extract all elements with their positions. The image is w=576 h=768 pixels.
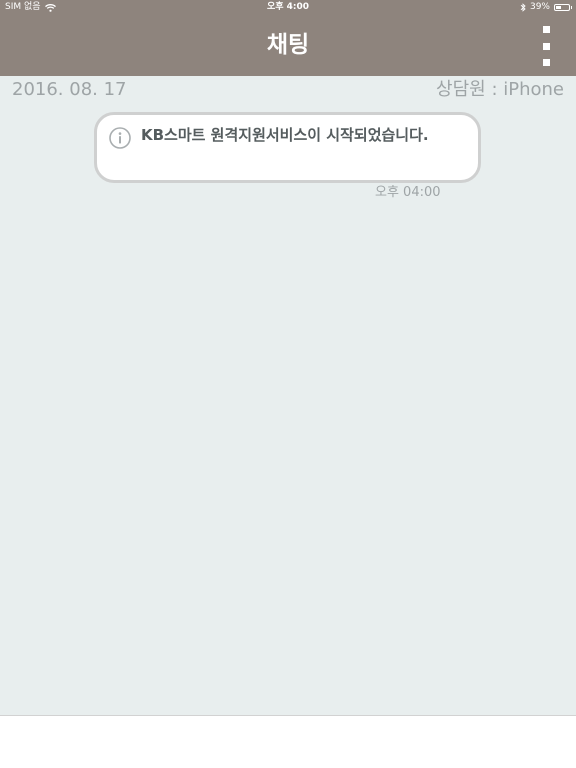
- status-bar-right: 39%: [520, 0, 572, 15]
- page-title: 채팅: [266, 32, 310, 58]
- more-menu-button[interactable]: [534, 26, 558, 66]
- battery-level-fill: [556, 6, 561, 9]
- chat-screen: SIM 없음 오후 4:00 39% 채팅 2016. 08. 17 상담원:…: [0, 0, 576, 768]
- message-input-bar[interactable]: [0, 715, 576, 768]
- system-message-bubble: KB스마트 원격지원서비스이 시작되었습니다.: [94, 112, 481, 183]
- info-icon: [109, 127, 131, 149]
- message-time: 오후 04:00: [375, 185, 441, 200]
- battery-icon: [554, 4, 572, 11]
- chat-date: 2016. 08. 17: [12, 79, 127, 100]
- message-text: KB스마트 원격지원서비스이 시작되었습니다.: [141, 126, 429, 144]
- battery-percent: 39%: [529, 2, 550, 12]
- agent-name: 상담원 : iPhone: [436, 79, 564, 100]
- navigation-bar: 채팅: [0, 15, 576, 76]
- menu-dot-icon: [542, 26, 550, 33]
- bluetooth-icon: [520, 3, 526, 12]
- status-time: 오후 4:00: [266, 2, 310, 12]
- menu-dot-icon: [542, 42, 550, 50]
- status-bar: SIM 없음 오후 4:00 39%: [0, 0, 576, 15]
- menu-dot-icon: [542, 59, 550, 66]
